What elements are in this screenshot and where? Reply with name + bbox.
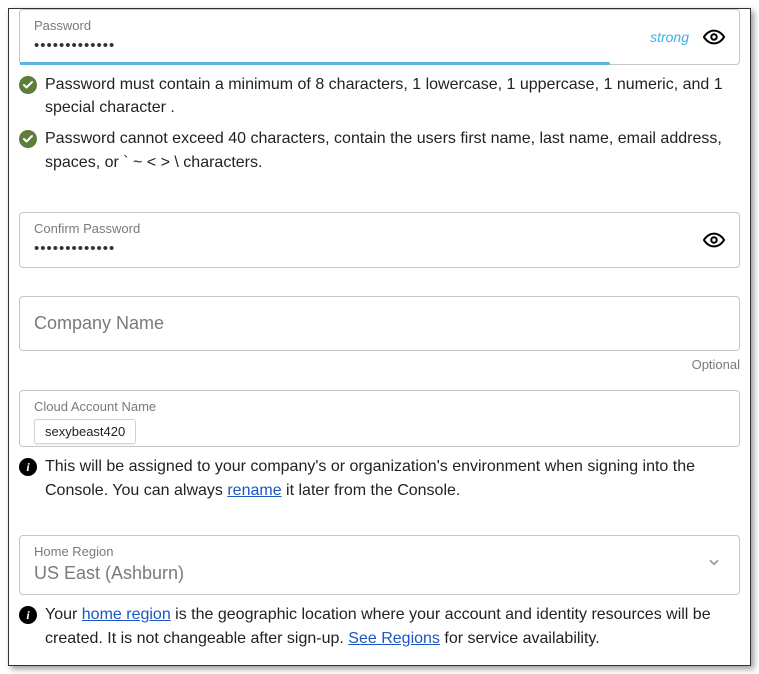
- password-requirement-1: Password must contain a minimum of 8 cha…: [19, 73, 740, 119]
- info-icon: i: [19, 458, 37, 476]
- chevron-down-icon[interactable]: [707, 555, 721, 574]
- confirm-password-label: Confirm Password: [34, 221, 725, 236]
- home-region-link[interactable]: home region: [82, 606, 171, 623]
- password-field[interactable]: Password ••••••••••••• strong: [19, 9, 740, 65]
- cloud-account-name-field[interactable]: Cloud Account Name sexybeast420: [19, 390, 740, 447]
- password-strength: strong: [650, 29, 689, 45]
- home-region-field[interactable]: Home Region US East (Ashburn): [19, 535, 740, 595]
- optional-label: Optional: [19, 357, 740, 372]
- see-regions-link[interactable]: See Regions: [348, 630, 440, 647]
- confirm-password-value: •••••••••••••: [34, 240, 725, 257]
- check-icon: [19, 76, 37, 94]
- password-label: Password: [34, 18, 725, 33]
- company-name-placeholder: Company Name: [34, 313, 164, 333]
- autofill-suggestion[interactable]: sexybeast420: [34, 419, 136, 444]
- check-icon: [19, 130, 37, 148]
- password-requirement-2: Password cannot exceed 40 characters, co…: [19, 127, 740, 173]
- cloud-account-help: i This will be assigned to your company'…: [19, 455, 740, 503]
- active-underline: [20, 62, 610, 65]
- home-region-help: i Your home region is the geographic loc…: [19, 603, 740, 651]
- home-region-label: Home Region: [34, 544, 725, 559]
- info-icon: i: [19, 606, 37, 624]
- rename-link[interactable]: rename: [227, 482, 281, 499]
- signup-form-section: Password ••••••••••••• strong Password m…: [8, 8, 751, 666]
- eye-icon[interactable]: [703, 26, 725, 48]
- password-value: •••••••••••••: [34, 37, 725, 54]
- home-region-value: US East (Ashburn): [34, 563, 725, 584]
- cloud-account-name-label: Cloud Account Name: [34, 399, 725, 414]
- eye-icon[interactable]: [703, 229, 725, 251]
- confirm-password-field[interactable]: Confirm Password •••••••••••••: [19, 212, 740, 268]
- company-name-field[interactable]: Company Name: [19, 296, 740, 351]
